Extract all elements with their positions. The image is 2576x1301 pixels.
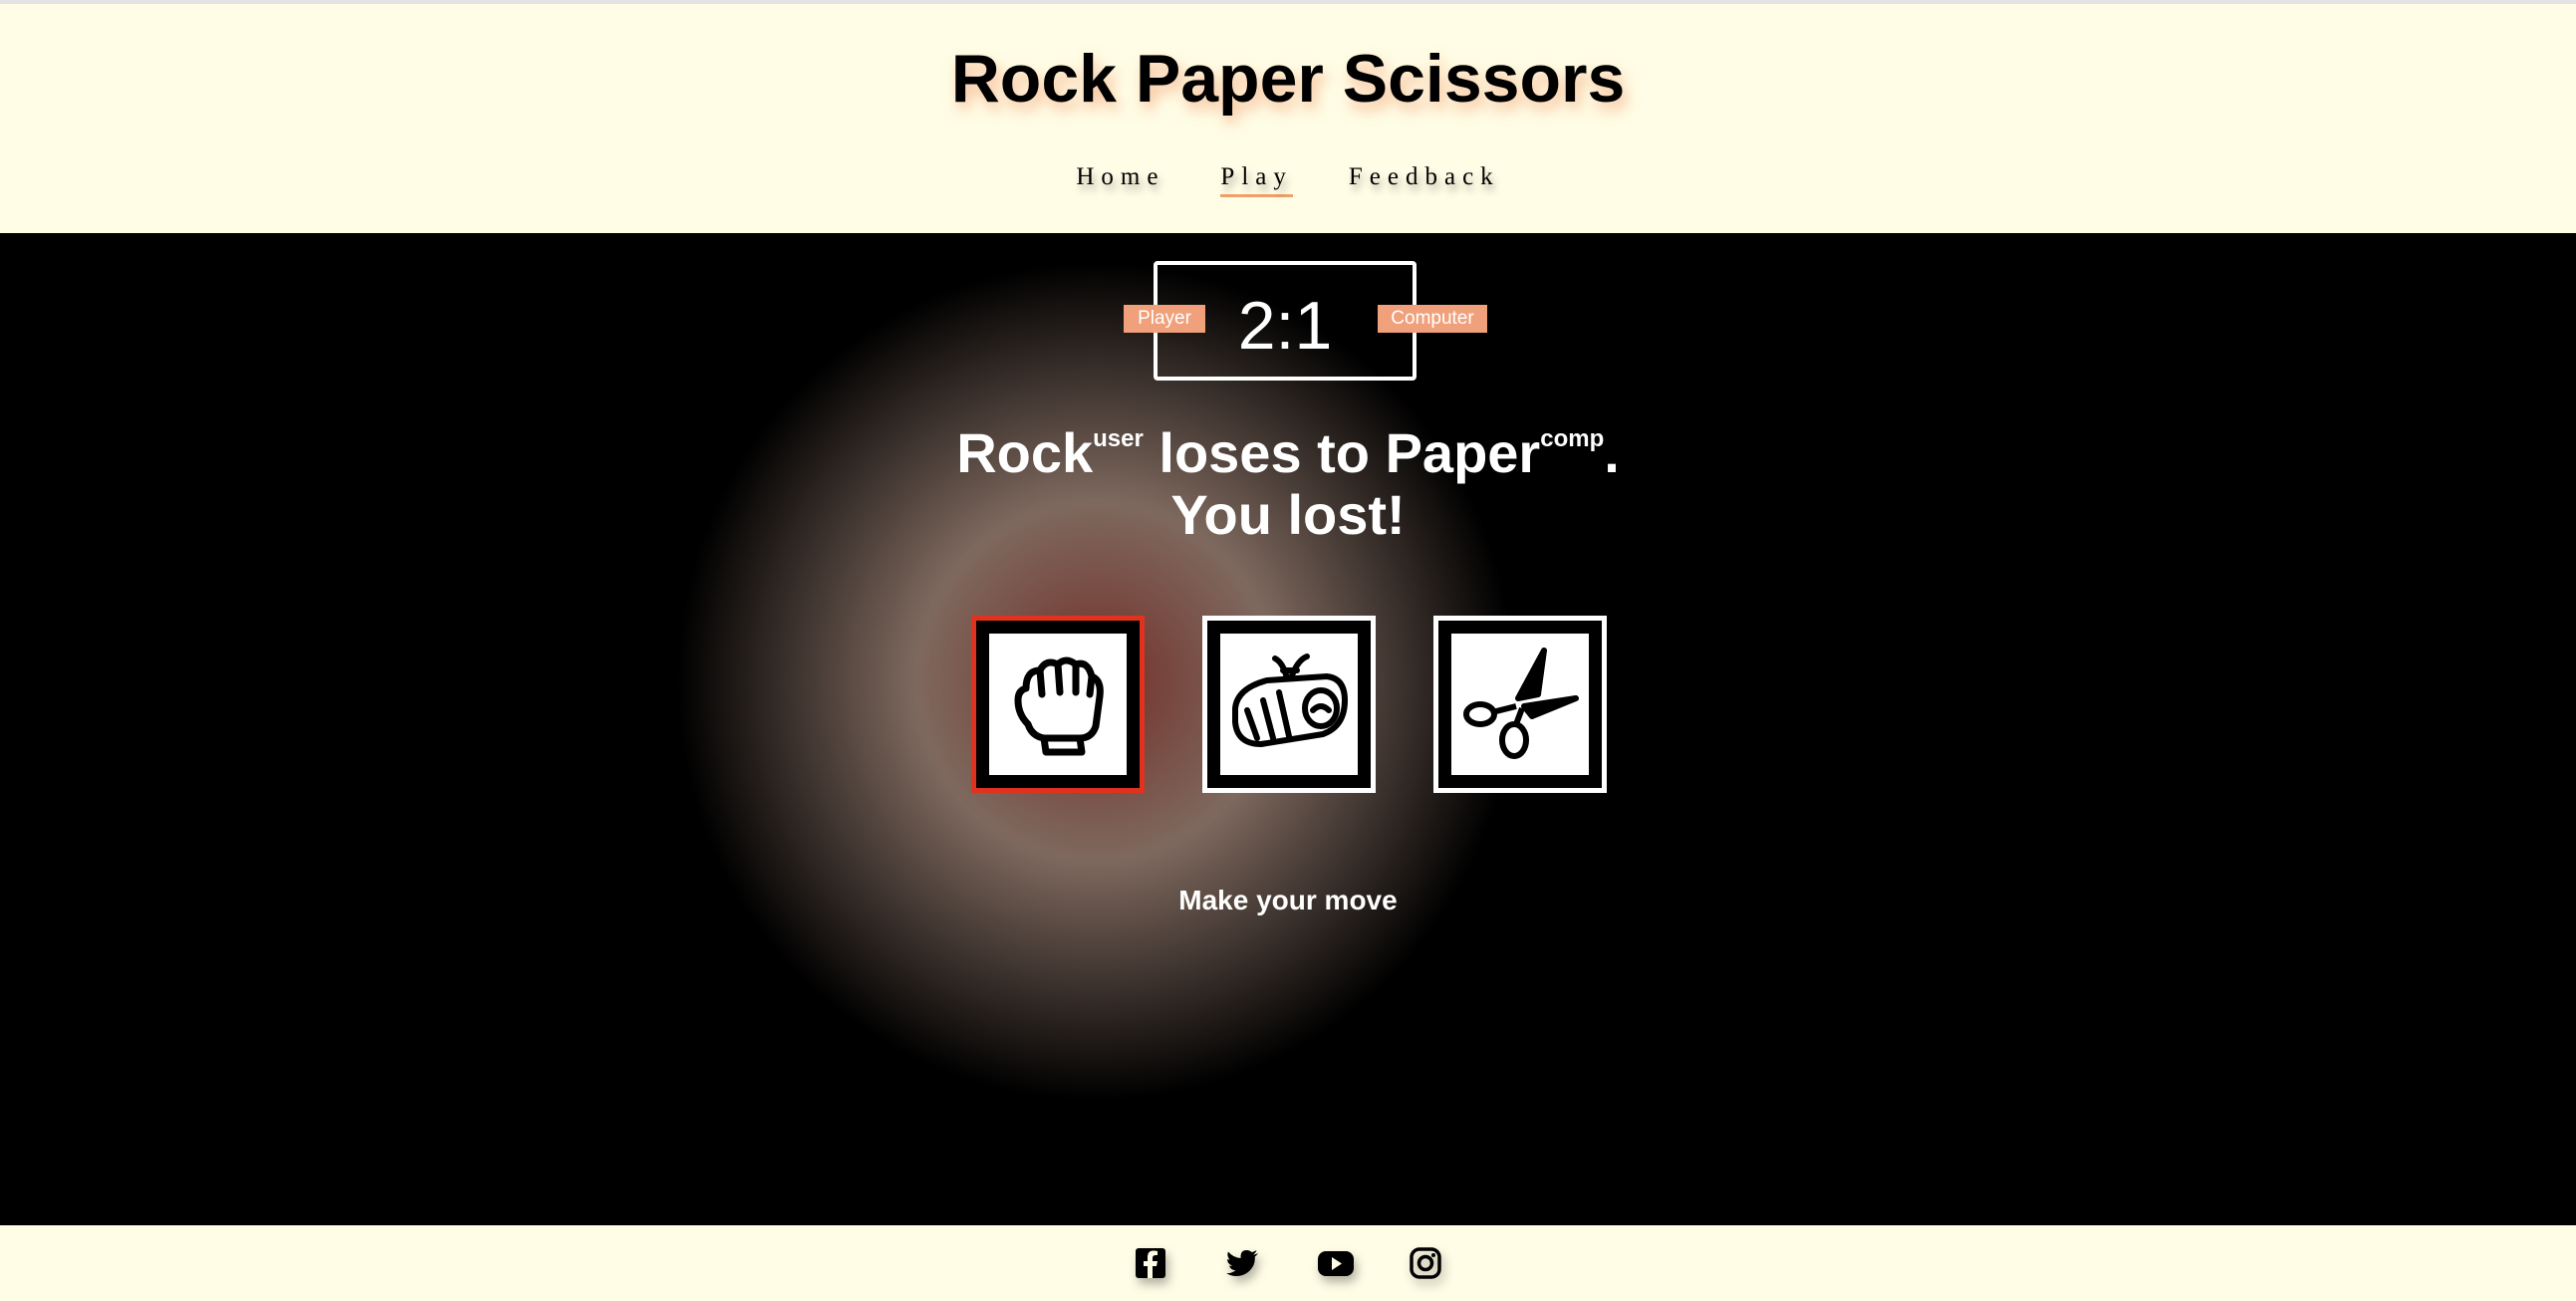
rock-choice-button[interactable] [971,616,1145,793]
rock-choice-tile [989,634,1127,775]
paper-choice-button[interactable] [1202,616,1376,793]
game-area: 2:1 Player Computer Rockuser loses to Pa… [0,233,2576,1225]
user-tag: user [1093,425,1144,452]
nav-feedback[interactable]: Feedback [1349,163,1500,197]
nav-home[interactable]: Home [1076,163,1164,197]
comp-choice-text: Paper [1385,421,1541,484]
result-verb: loses to [1159,421,1371,484]
site-footer [0,1225,2576,1301]
site-header: Rock Paper Scissors Home Play Feedback [0,4,2576,233]
facebook-icon[interactable] [1134,1246,1167,1280]
computer-badge: Computer [1378,305,1487,333]
instagram-icon[interactable] [1409,1246,1442,1280]
comp-tag: comp [1540,425,1605,452]
scissors-choice-tile [1451,634,1589,775]
scissors-choice-button[interactable] [1433,616,1607,793]
paper-choice-tile [1220,634,1358,775]
scissors-icon [1463,648,1579,759]
twitter-icon[interactable] [1225,1246,1259,1280]
main-nav: Home Play Feedback [0,163,2576,197]
player-badge: Player [1124,305,1205,333]
result-outcome: You lost! [1170,483,1406,546]
newspaper-icon [1232,653,1348,747]
result-message: Rockuser loses to Papercomp. You lost! [0,422,2576,546]
result-line: Rockuser loses to Papercomp. [0,422,2576,484]
nav-play[interactable]: Play [1220,163,1293,197]
youtube-icon[interactable] [1317,1246,1354,1280]
page-title: Rock Paper Scissors [950,41,1626,117]
fist-icon [1014,656,1104,756]
result-period: . [1604,421,1620,484]
user-choice-text: Rock [956,421,1094,484]
move-prompt: Make your move [1178,885,1398,915]
